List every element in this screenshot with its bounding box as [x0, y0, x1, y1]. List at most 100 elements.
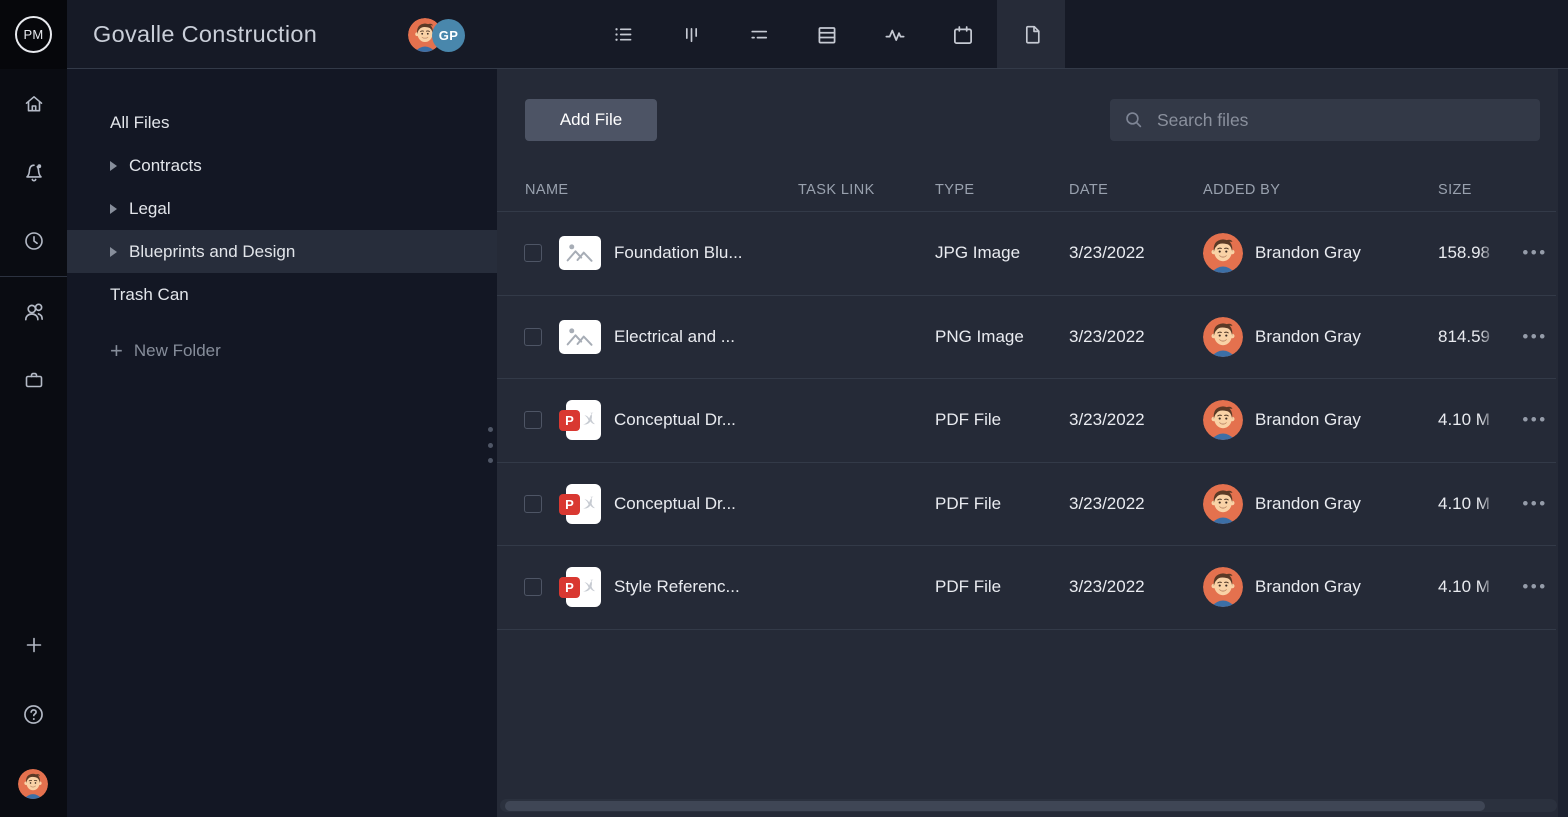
nav-rail	[0, 69, 67, 817]
file-table: P Foundation Blu... JPG Image 3/23/2022 …	[497, 212, 1556, 630]
file-name: Conceptual Dr...	[614, 379, 736, 462]
folder-item-blueprints-and-design[interactable]: Blueprints and Design	[67, 230, 497, 273]
file-type: PNG Image	[935, 296, 1024, 379]
caret-right-icon	[110, 247, 120, 257]
column-header-added-by: ADDED BY	[1203, 169, 1280, 211]
current-user-avatar[interactable]	[18, 769, 48, 799]
scrollbar-thumb[interactable]	[505, 801, 1485, 811]
file-type-icon: P	[558, 463, 602, 546]
row-menu-button[interactable]: •••	[1513, 546, 1557, 629]
row-checkbox[interactable]	[524, 411, 542, 429]
file-size: 4.10 M	[1438, 379, 1496, 462]
tab-calendar-view[interactable]	[929, 0, 997, 69]
table-header: NAME TASK LINK TYPE DATE ADDED BY SIZE	[497, 169, 1556, 212]
added-by-avatar	[1203, 296, 1243, 379]
file-size: 814.59	[1438, 296, 1496, 379]
folder-item-legal[interactable]: Legal	[67, 187, 497, 230]
pdf-badge: P	[559, 494, 580, 515]
folder-item-all-files[interactable]: All Files	[67, 101, 497, 144]
right-gutter	[1558, 69, 1568, 817]
notifications-icon[interactable]	[0, 152, 67, 192]
files-view: Add File NAME TASK LINK TYPE DATE ADDED …	[497, 69, 1568, 817]
column-header-size: SIZE	[1438, 169, 1472, 211]
row-checkbox[interactable]	[524, 495, 542, 513]
search-icon	[1123, 109, 1145, 131]
file-name: Style Referenc...	[614, 546, 740, 629]
project-title: Govalle Construction	[93, 0, 317, 69]
table-row[interactable]: P Conceptual Dr... PDF File 3/23/2022 Br…	[497, 463, 1556, 547]
tab-gantt-view[interactable]	[725, 0, 793, 69]
file-name: Conceptual Dr...	[614, 463, 736, 546]
row-checkbox[interactable]	[524, 578, 542, 596]
file-date: 3/23/2022	[1069, 463, 1145, 546]
file-type-icon: P	[558, 212, 602, 295]
app-logo-button[interactable]: PM	[0, 0, 67, 69]
added-by-name: Brandon Gray	[1255, 212, 1361, 295]
table-row[interactable]: P Foundation Blu... JPG Image 3/23/2022 …	[497, 212, 1556, 296]
table-row[interactable]: P Style Referenc... PDF File 3/23/2022 B…	[497, 546, 1556, 630]
pdf-file-icon: P	[559, 484, 601, 524]
file-date: 3/23/2022	[1069, 379, 1145, 462]
pdf-badge: P	[559, 410, 580, 431]
home-icon[interactable]	[0, 84, 67, 124]
file-size: 4.10 M	[1438, 546, 1496, 629]
row-checkbox[interactable]	[524, 244, 542, 262]
row-menu-button[interactable]: •••	[1513, 379, 1557, 462]
file-type: PDF File	[935, 463, 1001, 546]
added-by-avatar	[1203, 379, 1243, 462]
portfolio-icon[interactable]	[0, 360, 67, 400]
plus-icon: +	[110, 340, 123, 362]
tab-list-view[interactable]	[589, 0, 657, 69]
row-menu-button[interactable]: •••	[1513, 296, 1557, 379]
file-type: PDF File	[935, 379, 1001, 462]
pdf-badge: P	[559, 577, 580, 598]
added-by-avatar	[1203, 212, 1243, 295]
team-icon[interactable]	[0, 291, 67, 331]
folder-item-label: Blueprints and Design	[129, 242, 295, 262]
panel-resize-handle[interactable]	[484, 427, 496, 463]
row-menu-button[interactable]: •••	[1513, 212, 1557, 295]
folder-item-label: Legal	[129, 199, 171, 219]
image-file-icon	[559, 236, 601, 270]
file-type-icon: P	[558, 379, 602, 462]
row-checkbox[interactable]	[524, 328, 542, 346]
tab-sheet-view[interactable]	[793, 0, 861, 69]
project-members[interactable]: GP	[408, 17, 465, 53]
tab-files-view[interactable]	[997, 0, 1065, 69]
folder-item-label: Contracts	[129, 156, 202, 176]
search-input[interactable]	[1145, 99, 1540, 141]
file-date: 3/23/2022	[1069, 212, 1145, 295]
add-icon[interactable]	[0, 625, 67, 665]
folder-item-label: All Files	[110, 113, 170, 133]
file-type: PDF File	[935, 546, 1001, 629]
added-by-name: Brandon Gray	[1255, 546, 1361, 629]
file-name: Electrical and ...	[614, 296, 735, 379]
row-menu-button[interactable]: •••	[1513, 463, 1557, 546]
caret-right-icon	[110, 204, 120, 214]
added-by-avatar	[1203, 463, 1243, 546]
topbar-divider	[67, 68, 1568, 69]
table-row[interactable]: P Conceptual Dr... PDF File 3/23/2022 Br…	[497, 379, 1556, 463]
add-file-button[interactable]: Add File	[525, 99, 657, 141]
file-type: JPG Image	[935, 212, 1020, 295]
added-by-name: Brandon Gray	[1255, 296, 1361, 379]
horizontal-scrollbar[interactable]	[500, 799, 1557, 812]
pdf-file-icon: P	[559, 400, 601, 440]
recent-icon[interactable]	[0, 221, 67, 261]
added-by-name: Brandon Gray	[1255, 463, 1361, 546]
folder-item-trash-can[interactable]: Trash Can	[67, 273, 497, 316]
file-type-icon: P	[558, 546, 602, 629]
file-name: Foundation Blu...	[614, 212, 743, 295]
help-icon[interactable]	[0, 694, 67, 734]
column-header-name: NAME	[525, 169, 569, 211]
image-file-icon	[559, 320, 601, 354]
topbar: PM Govalle Construction GP	[0, 0, 1568, 69]
tab-activity-view[interactable]	[861, 0, 929, 69]
search-box	[1110, 99, 1540, 141]
folder-item-contracts[interactable]: Contracts	[67, 144, 497, 187]
tab-board-view[interactable]	[657, 0, 725, 69]
table-row[interactable]: P Electrical and ... PNG Image 3/23/2022…	[497, 296, 1556, 380]
new-folder-button[interactable]: + New Folder	[67, 329, 497, 372]
column-header-type: TYPE	[935, 169, 974, 211]
pm-logo-icon: PM	[15, 16, 52, 53]
